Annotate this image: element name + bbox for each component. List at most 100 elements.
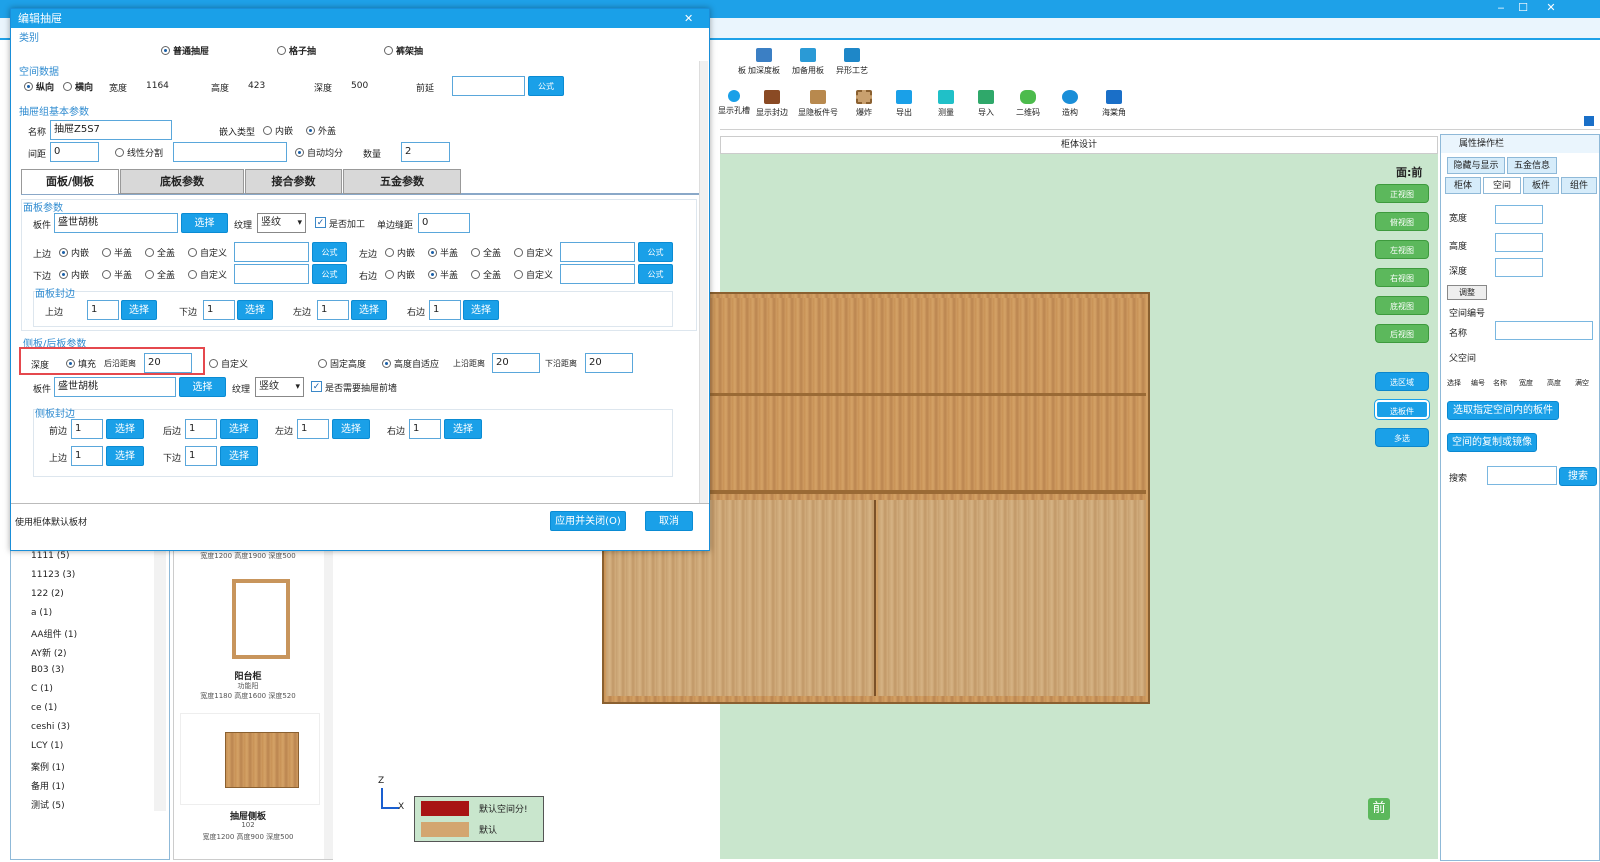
cancel-button[interactable]: 取消 — [645, 511, 693, 531]
right-half-radio[interactable] — [428, 270, 437, 279]
tree-item[interactable]: 案例 (1) — [31, 760, 65, 773]
tab-hardware-params[interactable]: 五金参数 — [343, 169, 461, 194]
front-wall-checkbox[interactable]: ✓ — [311, 381, 322, 392]
back-dist-input[interactable]: 20 — [144, 353, 192, 373]
radio-embed-inner[interactable] — [263, 126, 272, 135]
tree-item[interactable]: AY新 (2) — [31, 646, 67, 659]
side-edge-left-choose-button[interactable]: 选择 — [332, 419, 370, 439]
select-space-panels-button[interactable]: 选取指定空间内的板件 — [1447, 401, 1559, 420]
side-edge-left-input[interactable]: 1 — [297, 419, 329, 439]
bottom-full-radio[interactable] — [145, 270, 154, 279]
tree-item[interactable]: LCY (1) — [31, 741, 63, 751]
right-inner-radio[interactable] — [385, 270, 394, 279]
edge-left-input[interactable]: 1 — [317, 300, 349, 320]
ribbon-btn-panel-number[interactable]: 显隐板件号 — [796, 90, 840, 118]
view-right-button[interactable]: 右视图 — [1375, 268, 1429, 287]
edge-top-input[interactable]: 1 — [87, 300, 119, 320]
side-edge-top-choose-button[interactable]: 选择 — [106, 446, 144, 466]
front-extend-input[interactable] — [452, 76, 525, 96]
side-edge-back-choose-button[interactable]: 选择 — [220, 419, 258, 439]
process-checkbox[interactable]: ✓ — [315, 217, 326, 228]
ribbon-btn-import[interactable]: 导入 — [964, 90, 1008, 118]
compass-front-icon[interactable]: 前 — [1368, 798, 1390, 820]
depth-fill-radio[interactable] — [66, 359, 75, 368]
select-area-button[interactable]: 选区域 — [1375, 372, 1429, 391]
edge-left-choose-button[interactable]: 选择 — [351, 300, 387, 320]
design-canvas[interactable]: 面:前 正视图 俯视图 左视图 右视图 底视图 后视图 选区域 选板件 多选 Z… — [378, 154, 1438, 859]
close-app-button[interactable]: ✕ — [1540, 1, 1562, 14]
depth-custom-radio[interactable] — [209, 359, 218, 368]
radio-vertical[interactable] — [24, 82, 33, 91]
side-grain-select[interactable]: 竖纹 — [255, 377, 304, 397]
side-edge-front-input[interactable]: 1 — [71, 419, 103, 439]
tab-joint-params[interactable]: 接合参数 — [245, 169, 342, 194]
tab-panel[interactable]: 板件 — [1523, 177, 1559, 194]
edge-bottom-input[interactable]: 1 — [203, 300, 235, 320]
tree-item[interactable]: 测试 (5) — [31, 798, 65, 811]
top-full-radio[interactable] — [145, 248, 154, 257]
tree-item[interactable]: 122 (2) — [31, 589, 64, 599]
bottom-custom-radio[interactable] — [188, 270, 197, 279]
panel-grain-select[interactable]: 竖纹 — [257, 213, 306, 233]
dialog-scrollbar[interactable] — [699, 61, 708, 503]
fixed-height-radio[interactable] — [318, 359, 327, 368]
gap-input[interactable]: 0 — [50, 142, 99, 162]
view-left-button[interactable]: 左视图 — [1375, 240, 1429, 259]
apply-close-button[interactable]: 应用并关闭(O) — [550, 511, 626, 531]
side-board-input[interactable]: 盛世胡桃 — [54, 377, 176, 397]
left-custom-radio[interactable] — [514, 248, 523, 257]
ribbon-btn-corner[interactable]: 海棠角 — [1092, 90, 1136, 118]
template-thumb-balcony[interactable] — [232, 579, 290, 659]
view-top-button[interactable]: 俯视图 — [1375, 212, 1429, 231]
left-full-radio[interactable] — [471, 248, 480, 257]
side-board-choose-button[interactable]: 选择 — [179, 377, 226, 397]
radio-linear-split[interactable] — [115, 148, 124, 157]
top-half-radio[interactable] — [102, 248, 111, 257]
right-formula-button[interactable]: 公式 — [638, 264, 673, 284]
tab-hide-show[interactable]: 隐藏与显示 — [1447, 157, 1505, 174]
height-input[interactable] — [1495, 233, 1543, 252]
ribbon-btn-special-process[interactable]: 异形工艺 — [830, 48, 874, 76]
edge-top-choose-button[interactable]: 选择 — [121, 300, 157, 320]
bottom-custom-input[interactable] — [234, 264, 309, 284]
dialog-close-button[interactable]: ✕ — [684, 9, 693, 28]
template-scrollbar[interactable] — [324, 541, 333, 859]
tab-bottom-params[interactable]: 底板参数 — [120, 169, 244, 194]
radio-embed-outer[interactable] — [306, 126, 315, 135]
tab-hardware-info[interactable]: 五金信息 — [1507, 157, 1557, 174]
left-half-radio[interactable] — [428, 248, 437, 257]
tree-item[interactable]: a (1) — [31, 608, 52, 618]
top-dist-input[interactable]: 20 — [492, 353, 540, 373]
copy-mirror-space-button[interactable]: 空间的复制或镜像 — [1447, 433, 1537, 452]
multi-select-button[interactable]: 多选 — [1375, 428, 1429, 447]
select-panel-button[interactable]: 选板件 — [1374, 399, 1430, 420]
top-formula-button[interactable]: 公式 — [312, 242, 347, 262]
radio-auto-split[interactable] — [295, 148, 304, 157]
bottom-formula-button[interactable]: 公式 — [312, 264, 347, 284]
bottom-inner-radio[interactable] — [59, 270, 68, 279]
ribbon-btn-depth-panel[interactable]: 加深度板 — [742, 48, 786, 76]
template-card-drawer[interactable] — [180, 713, 320, 805]
ribbon-btn-show-edge[interactable]: 显示封边 — [750, 90, 794, 118]
auto-height-radio[interactable] — [382, 359, 391, 368]
radio-horizontal[interactable] — [63, 82, 72, 91]
tab-component[interactable]: 组件 — [1561, 177, 1597, 194]
grid-toggle-icon[interactable] — [1584, 116, 1594, 126]
tree-item[interactable]: 1111 (5) — [31, 551, 70, 561]
tab-space[interactable]: 空间 — [1483, 177, 1521, 194]
view-front-button[interactable]: 正视图 — [1375, 184, 1429, 203]
tab-cabinet[interactable]: 柜体 — [1445, 177, 1481, 194]
side-edge-bottom-choose-button[interactable]: 选择 — [220, 446, 258, 466]
ribbon-btn-measure[interactable]: 测量 — [924, 90, 968, 118]
side-edge-right-input[interactable]: 1 — [409, 419, 441, 439]
tree-item[interactable]: C (1) — [31, 684, 53, 694]
name-input[interactable] — [1495, 321, 1593, 340]
radio-grid-drawer[interactable] — [277, 46, 286, 55]
width-input[interactable] — [1495, 205, 1543, 224]
tree-item[interactable]: 备用 (1) — [31, 779, 65, 792]
panel-board-choose-button[interactable]: 选择 — [181, 213, 228, 233]
view-back-button[interactable]: 后视图 — [1375, 324, 1429, 343]
side-edge-top-input[interactable]: 1 — [71, 446, 103, 466]
side-edge-back-input[interactable]: 1 — [185, 419, 217, 439]
linear-split-input[interactable] — [173, 142, 287, 162]
